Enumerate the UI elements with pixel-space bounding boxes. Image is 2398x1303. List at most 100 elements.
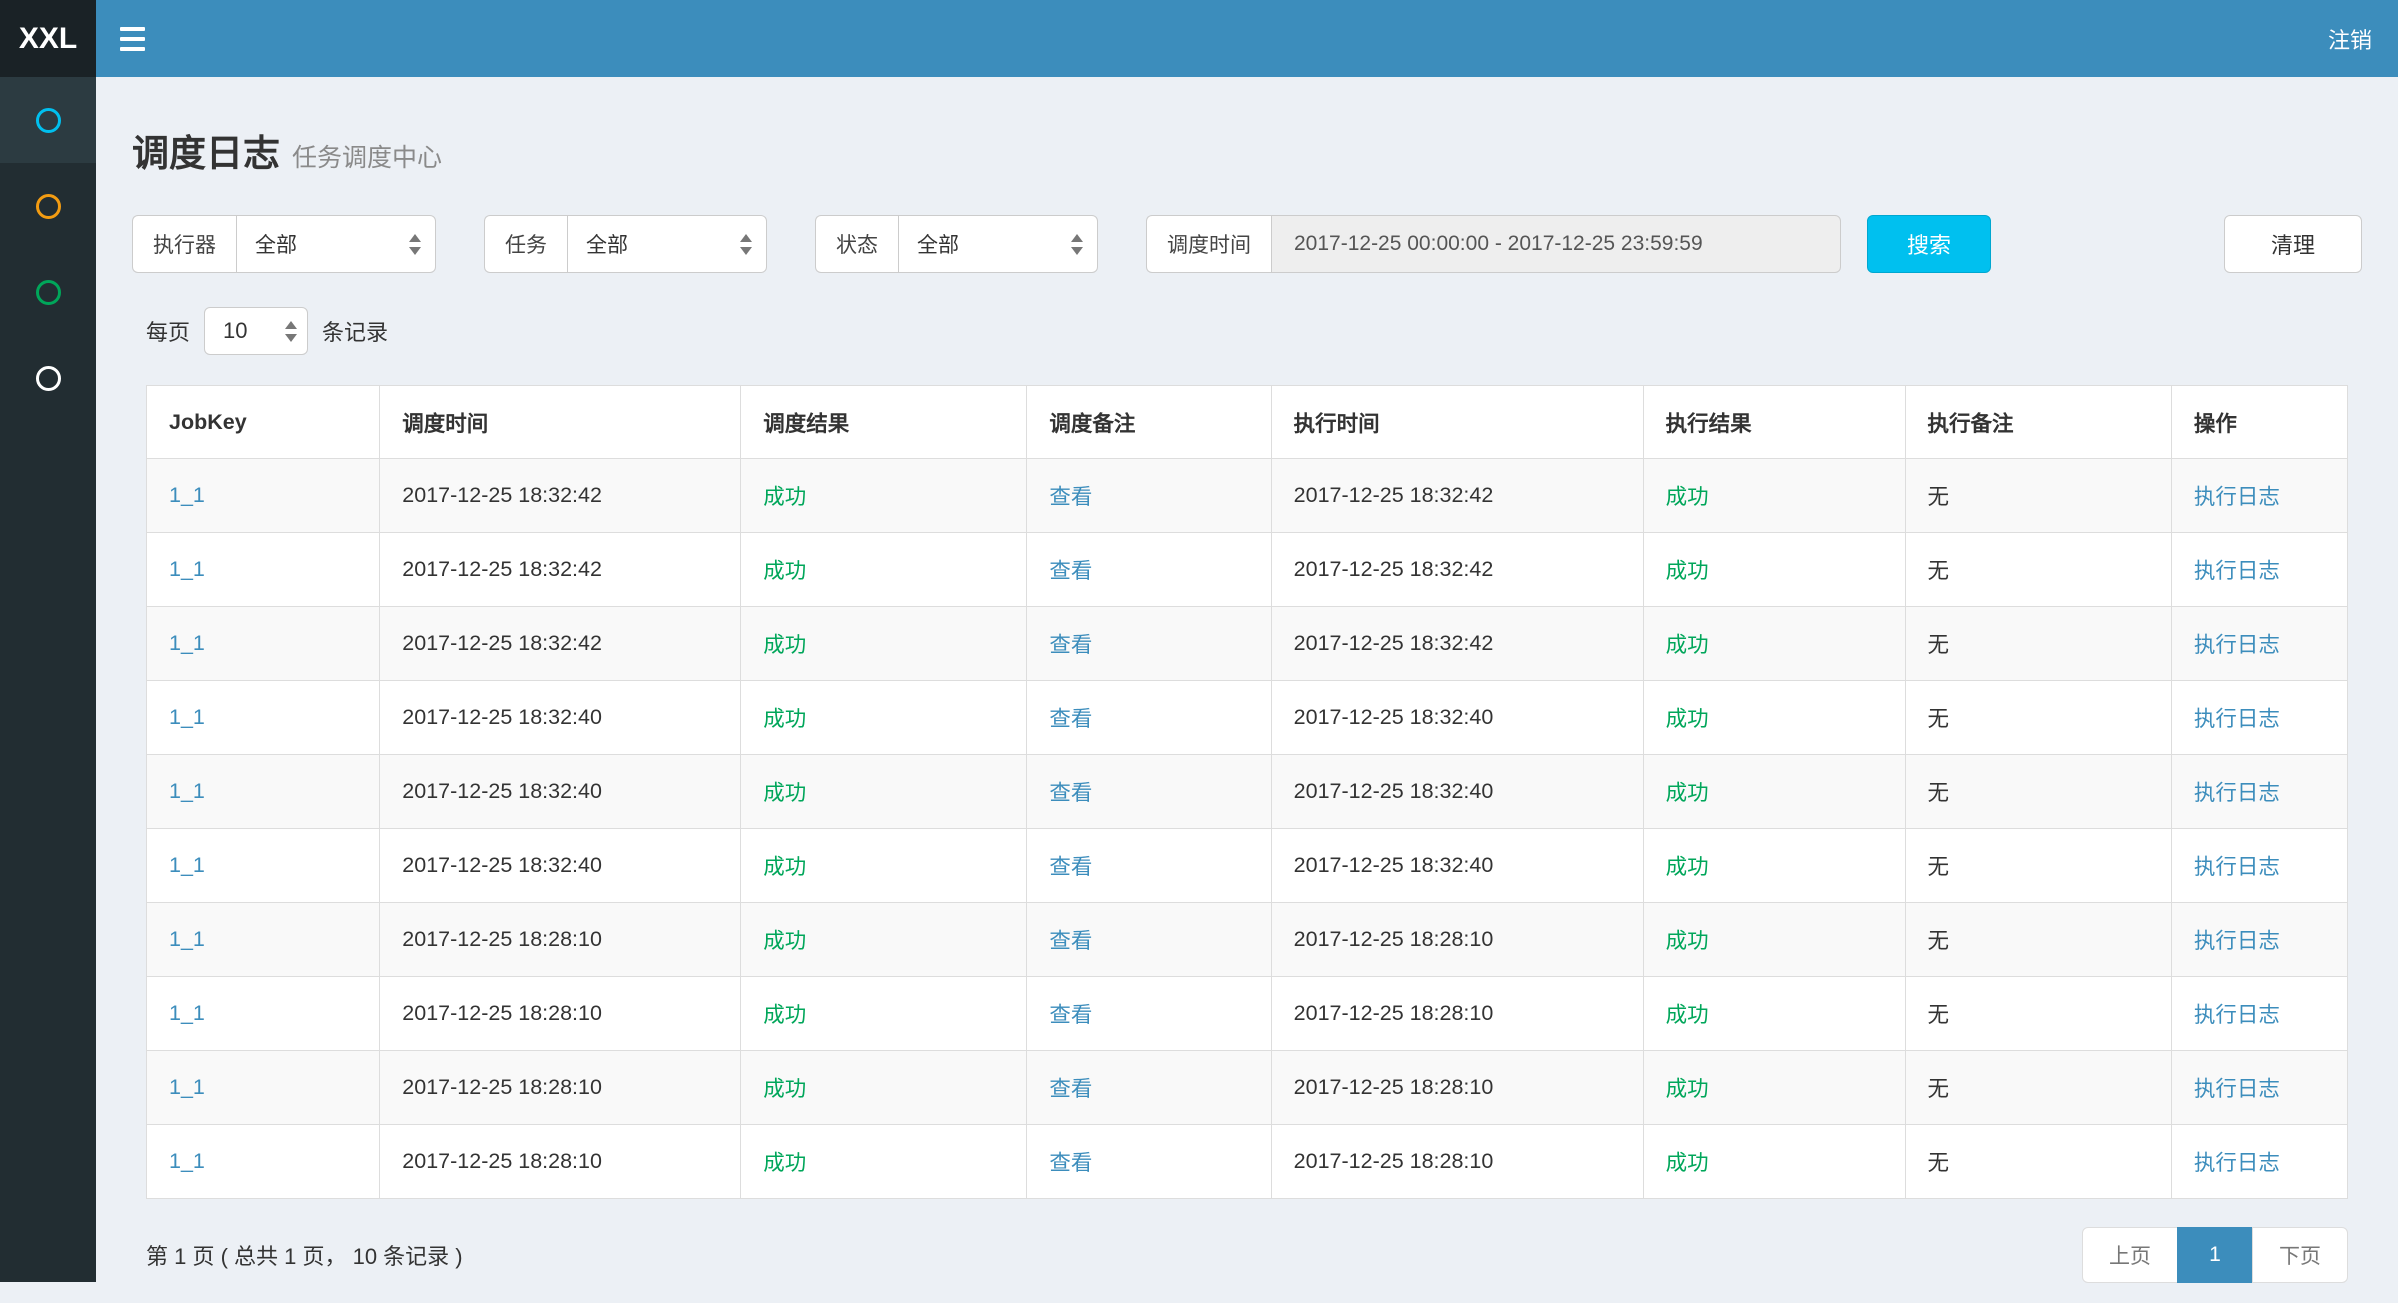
jobkey-link[interactable]: 1_1 [169,557,205,581]
column-header: 执行备注 [1905,386,2171,459]
cell-sched_result: 成功 [741,903,1027,977]
search-button[interactable]: 搜索 [1867,215,1991,273]
table-body: 1_12017-12-25 18:32:42成功查看2017-12-25 18:… [147,459,2348,1199]
cell-exec_remark: 无 [1905,903,2171,977]
jobkey-link[interactable]: 1_1 [169,483,205,507]
sched-remark-link[interactable]: 查看 [1049,781,1092,805]
cell-jobkey: 1_1 [147,755,380,829]
sidebar-item-4[interactable] [0,335,96,421]
sched-remark-link[interactable]: 查看 [1049,929,1092,953]
clear-button[interactable]: 清理 [2224,215,2362,273]
sidebar-item-1[interactable] [0,77,96,163]
top-navbar: XXL 注销 [0,0,2398,77]
sidebar-item-3[interactable] [0,249,96,335]
status-filter-group: 状态 全部 [815,215,1098,273]
cell-exec_remark: 无 [1905,829,2171,903]
table-row: 1_12017-12-25 18:32:40成功查看2017-12-25 18:… [147,755,2348,829]
page-size-prefix-label: 每页 [146,315,190,347]
sched-remark-link[interactable]: 查看 [1049,1151,1092,1175]
cell-sched_time: 2017-12-25 18:32:40 [380,681,741,755]
cell-sched_result: 成功 [741,459,1027,533]
circle-icon [36,108,61,133]
prev-page-button[interactable]: 上页 [2082,1227,2178,1283]
cell-exec_time: 2017-12-25 18:32:42 [1271,459,1643,533]
sched-remark-link[interactable]: 查看 [1049,855,1092,879]
sched-remark-link[interactable]: 查看 [1049,485,1092,509]
jobkey-link[interactable]: 1_1 [169,927,205,951]
cell-sched_remark: 查看 [1027,755,1271,829]
select-stepper-icon [740,234,752,255]
exec-log-link[interactable]: 执行日志 [2194,781,2280,805]
cell-jobkey: 1_1 [147,533,380,607]
sched-remark-link[interactable]: 查看 [1049,1077,1092,1101]
cell-jobkey: 1_1 [147,829,380,903]
executor-filter-label: 执行器 [132,215,236,273]
cell-action: 执行日志 [2171,755,2347,829]
exec-log-link[interactable]: 执行日志 [2194,633,2280,657]
column-header: 调度结果 [741,386,1027,459]
time-range-input[interactable] [1271,215,1841,273]
sidebar-item-2[interactable] [0,163,96,249]
jobkey-link[interactable]: 1_1 [169,1075,205,1099]
logout-link[interactable]: 注销 [2302,0,2398,77]
jobkey-link[interactable]: 1_1 [169,705,205,729]
cell-exec_result: 成功 [1643,533,1905,607]
cell-sched_remark: 查看 [1027,1125,1271,1199]
navbar-main: 注销 [96,0,2398,77]
jobkey-link[interactable]: 1_1 [169,853,205,877]
cell-sched_remark: 查看 [1027,977,1271,1051]
cell-exec_remark: 无 [1905,607,2171,681]
table-row: 1_12017-12-25 18:28:10成功查看2017-12-25 18:… [147,1125,2348,1199]
sched-remark-link[interactable]: 查看 [1049,707,1092,731]
cell-exec_result: 成功 [1643,903,1905,977]
hamburger-icon [120,27,145,31]
cell-jobkey: 1_1 [147,459,380,533]
exec-log-link[interactable]: 执行日志 [2194,855,2280,879]
select-stepper-icon [285,321,297,342]
cell-sched_time: 2017-12-25 18:28:10 [380,1125,741,1199]
cell-sched_time: 2017-12-25 18:32:42 [380,533,741,607]
job-select[interactable]: 全部 [567,215,767,273]
exec-log-link[interactable]: 执行日志 [2194,1151,2280,1175]
select-stepper-icon [1071,234,1083,255]
exec-log-link[interactable]: 执行日志 [2194,707,2280,731]
cell-exec_remark: 无 [1905,977,2171,1051]
executor-select[interactable]: 全部 [236,215,436,273]
cell-sched_result: 成功 [741,1051,1027,1125]
column-header: JobKey [147,386,380,459]
jobkey-link[interactable]: 1_1 [169,1149,205,1173]
sched-remark-link[interactable]: 查看 [1049,1003,1092,1027]
exec-log-link[interactable]: 执行日志 [2194,1003,2280,1027]
jobkey-link[interactable]: 1_1 [169,1001,205,1025]
exec-log-link[interactable]: 执行日志 [2194,1077,2280,1101]
exec-log-link[interactable]: 执行日志 [2194,485,2280,509]
exec-log-link[interactable]: 执行日志 [2194,559,2280,583]
next-page-button[interactable]: 下页 [2252,1227,2348,1283]
cell-sched_result: 成功 [741,607,1027,681]
page-size-select[interactable]: 10 [204,307,308,355]
cell-sched_time: 2017-12-25 18:28:10 [380,977,741,1051]
table-row: 1_12017-12-25 18:32:40成功查看2017-12-25 18:… [147,829,2348,903]
jobkey-link[interactable]: 1_1 [169,779,205,803]
cell-exec_result: 成功 [1643,755,1905,829]
cell-sched_remark: 查看 [1027,607,1271,681]
sched-remark-link[interactable]: 查看 [1049,559,1092,583]
sidebar-toggle-button[interactable] [96,0,168,77]
job-select-value: 全部 [586,229,726,259]
cell-exec_result: 成功 [1643,459,1905,533]
cell-sched_result: 成功 [741,755,1027,829]
cell-sched_result: 成功 [741,681,1027,755]
page-header: 调度日志任务调度中心 [132,123,2362,177]
status-select[interactable]: 全部 [898,215,1098,273]
content-area: 调度日志任务调度中心 执行器 全部 任务 全部 状态 全部 调度时间 [96,0,2398,1303]
exec-log-link[interactable]: 执行日志 [2194,929,2280,953]
current-page-button[interactable]: 1 [2177,1227,2253,1283]
sched-remark-link[interactable]: 查看 [1049,633,1092,657]
jobkey-link[interactable]: 1_1 [169,631,205,655]
cell-exec_remark: 无 [1905,755,2171,829]
table-footer: 第 1 页 ( 总共 1 页， 10 条记录 ) 上页 1 下页 [146,1227,2348,1303]
column-header: 调度时间 [380,386,741,459]
executor-select-value: 全部 [255,229,395,259]
cell-jobkey: 1_1 [147,607,380,681]
table-row: 1_12017-12-25 18:28:10成功查看2017-12-25 18:… [147,903,2348,977]
